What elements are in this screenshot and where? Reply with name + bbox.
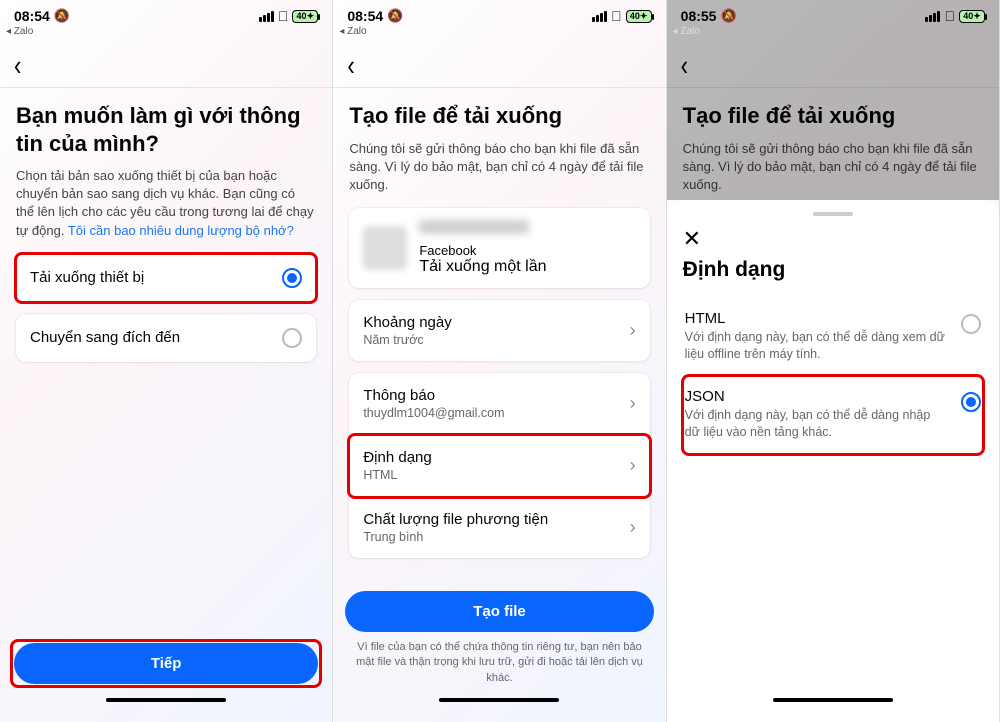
format-option-json[interactable]: JSON Với định dạng này, bạn có thể dễ dà… [683, 376, 983, 454]
mute-icon: 🔕 [387, 8, 403, 24]
chevron-right-icon: › [630, 455, 636, 476]
screen-2: 08:54 🔕 􀙇 40✦ ◂ Zalo ‹ Tạo file để tải x… [333, 0, 666, 722]
time: 08:54 [347, 8, 383, 24]
radio-selected-icon[interactable] [282, 268, 302, 288]
radio-selected-icon[interactable] [961, 392, 981, 412]
create-file-button[interactable]: Tạo file [345, 591, 653, 632]
format-sheet: ✕ Định dạng HTML Với định dạng này, bạn … [667, 200, 999, 722]
option-download-device[interactable]: Tải xuống thiết bị [16, 254, 316, 302]
row-date-range[interactable]: Khoảng ngàyNăm trước › [349, 300, 649, 361]
home-indicator[interactable] [106, 698, 226, 702]
battery-icon: 40✦ [959, 10, 985, 23]
nav-bar: ‹ [333, 43, 665, 88]
back-icon[interactable]: ‹ [681, 49, 688, 83]
page-description: Chúng tôi sẽ gửi thông báo cho bạn khi f… [349, 140, 649, 195]
back-app-label[interactable]: ◂ Zalo [0, 26, 332, 43]
wifi-icon: 􀙇 [611, 8, 622, 24]
battery-icon: 40✦ [292, 10, 318, 23]
row-format[interactable]: Định dạngHTML › [349, 435, 649, 497]
home-indicator[interactable] [439, 698, 559, 702]
footnote: Vì file của bạn có thể chứa thông tin ri… [345, 632, 653, 686]
mute-icon: 🔕 [54, 8, 70, 24]
back-icon[interactable]: ‹ [14, 49, 21, 83]
signal-icon [592, 11, 607, 22]
avatar [363, 226, 407, 270]
screen-1: 08:54 🔕 􀙇 40✦ ◂ Zalo ‹ Bạn muốn làm gì v… [0, 0, 333, 722]
time: 08:54 [14, 8, 50, 24]
nav-bar: ‹ [667, 43, 999, 88]
time: 08:55 [681, 8, 717, 24]
wifi-icon: 􀙇 [278, 8, 289, 24]
page-title: Tạo file để tải xuống [683, 102, 983, 130]
radio-unselected-icon[interactable] [961, 314, 981, 334]
battery-icon: 40✦ [626, 10, 652, 23]
sheet-title: Định dạng [683, 258, 983, 282]
chevron-right-icon: › [630, 393, 636, 414]
nav-bar: ‹ [0, 43, 332, 88]
continue-button[interactable]: Tiếp [14, 643, 318, 684]
back-icon[interactable]: ‹ [347, 49, 354, 83]
home-indicator[interactable] [773, 698, 893, 702]
status-bar: 08:54 🔕 􀙇 40✦ [0, 0, 332, 26]
chevron-right-icon: › [630, 517, 636, 538]
status-bar: 08:54 🔕 􀙇 40✦ [333, 0, 665, 26]
row-media-quality[interactable]: Chất lượng file phương tiệnTrung bình › [349, 497, 649, 558]
close-icon[interactable]: ✕ [683, 226, 983, 252]
row-notification[interactable]: Thông báothuydlm1004@gmail.com › [349, 373, 649, 435]
page-description: Chúng tôi sẽ gửi thông báo cho bạn khi f… [683, 140, 983, 195]
signal-icon [925, 11, 940, 22]
account-card: Facebook Tải xuống một lần [349, 208, 649, 288]
option-transfer-destination[interactable]: Chuyển sang đích đến [16, 314, 316, 362]
page-description: Chọn tải bản sao xuống thiết bị của bạn … [16, 167, 316, 240]
mute-icon: 🔕 [720, 8, 736, 24]
page-title: Bạn muốn làm gì với thông tin của mình? [16, 102, 316, 157]
account-name-mask [419, 220, 529, 234]
sheet-grabber[interactable] [813, 212, 853, 216]
settings-card: Thông báothuydlm1004@gmail.com › Định dạ… [349, 373, 649, 558]
signal-icon [259, 11, 274, 22]
chevron-right-icon: › [630, 320, 636, 341]
status-bar: 08:55 🔕 􀙇 40✦ [667, 0, 999, 26]
format-option-html[interactable]: HTML Với định dạng này, bạn có thể dễ dà… [683, 298, 983, 376]
wifi-icon: 􀙇 [944, 8, 955, 24]
radio-unselected-icon[interactable] [282, 328, 302, 348]
memory-link[interactable]: Tôi cần bao nhiêu dung lượng bộ nhớ? [68, 223, 294, 238]
screen-3: 08:55 🔕 􀙇 40✦ ◂ Zalo ‹ Tạo file để tải x… [667, 0, 1000, 722]
page-title: Tạo file để tải xuống [349, 102, 649, 130]
back-app-label[interactable]: ◂ Zalo [667, 26, 999, 43]
back-app-label[interactable]: ◂ Zalo [333, 26, 665, 43]
